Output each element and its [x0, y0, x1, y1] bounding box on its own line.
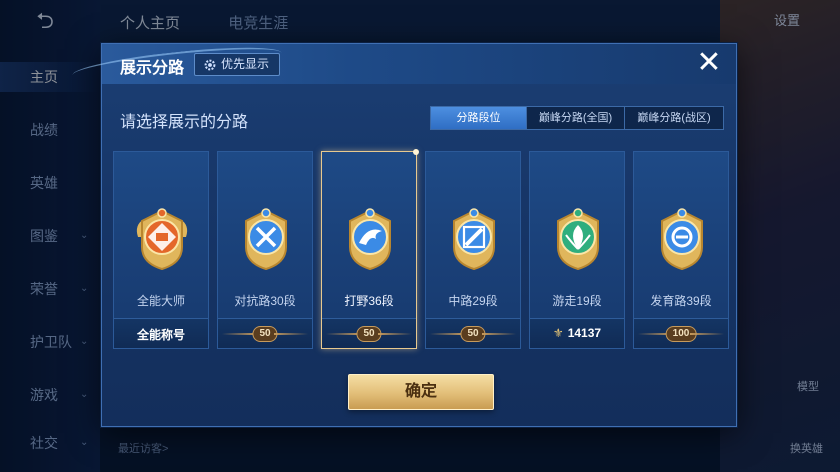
- lane-card-roam[interactable]: 游走19段 ⚜ 14137: [529, 151, 625, 349]
- prompt-text: 请选择展示的分路: [120, 114, 249, 131]
- lane-cards: 全能大师 全能称号 对抗路30段 50 打野36段 50 中路29段 50 游走…: [113, 149, 729, 351]
- card-footer: 50: [426, 318, 520, 348]
- card-footer: 100: [634, 318, 728, 348]
- badge-decoration: [274, 333, 308, 335]
- badge-decoration: [690, 333, 724, 335]
- badge-decoration: [326, 333, 360, 335]
- card-footer: 50: [218, 318, 312, 348]
- lane-emblem-icon: [136, 208, 188, 271]
- peak-points: ⚜ 14137: [530, 326, 624, 340]
- card-footer: 全能称号: [114, 318, 208, 348]
- lane-name: 中路29段: [448, 294, 498, 308]
- close-button[interactable]: ✕: [694, 48, 724, 78]
- badge-decoration: [222, 333, 256, 335]
- lane-name: 发育路39段: [650, 294, 712, 308]
- lane-card-farm-lane[interactable]: 发育路39段 100: [633, 151, 729, 349]
- points-icon: ⚜: [552, 326, 564, 340]
- lane-card-omni-master[interactable]: 全能大师 全能称号: [113, 151, 209, 349]
- lane-emblem-icon: [245, 208, 287, 271]
- card-footer: ⚜ 14137: [530, 318, 624, 348]
- lane-card-mid-lane[interactable]: 中路29段 50: [425, 151, 521, 349]
- lane-name: 全能大师: [136, 294, 185, 308]
- gear-icon: [204, 59, 216, 70]
- lane-emblem-icon: [349, 208, 391, 271]
- tab-peak-region[interactable]: 巅峰分路(战区): [625, 107, 723, 129]
- badge-decoration: [430, 333, 464, 335]
- lane-emblem-icon: [661, 208, 703, 271]
- selection-corner: [413, 149, 419, 155]
- lane-display-dialog: 展示分路 优先显示 ✕ 请选择展示的分路 分路段位 巅峰分路(全国) 巅峰分路(…: [71, 41, 737, 427]
- lane-emblem-icon: [557, 208, 599, 271]
- confirm-button[interactable]: 确定: [348, 374, 494, 410]
- badge-decoration: [378, 333, 412, 335]
- lane-emblem-icon: [453, 208, 495, 271]
- lane-name: 打野36段: [344, 294, 394, 308]
- dialog-header: 展示分路 优先显示 ✕: [71, 41, 736, 87]
- tab-peak-national[interactable]: 巅峰分路(全国): [527, 107, 625, 129]
- priority-display-button[interactable]: 优先显示: [194, 53, 281, 76]
- tab-lane-rank[interactable]: 分路段位: [431, 107, 527, 129]
- badge-decoration: [482, 333, 516, 335]
- lane-card-jungle[interactable]: 打野36段 50: [321, 149, 419, 349]
- lane-card-clash-lane[interactable]: 对抗路30段 50: [217, 151, 313, 349]
- title-label: 全能称号: [136, 328, 185, 342]
- priority-display-label: 优先显示: [221, 57, 270, 71]
- lane-name: 对抗路30段: [234, 294, 296, 308]
- points-value: 14137: [567, 326, 602, 340]
- lane-tabs: 分路段位 巅峰分路(全国) 巅峰分路(战区): [430, 106, 724, 130]
- dialog-title: 展示分路: [120, 60, 185, 77]
- lane-name: 游走19段: [552, 294, 602, 308]
- card-footer: 50: [322, 318, 416, 348]
